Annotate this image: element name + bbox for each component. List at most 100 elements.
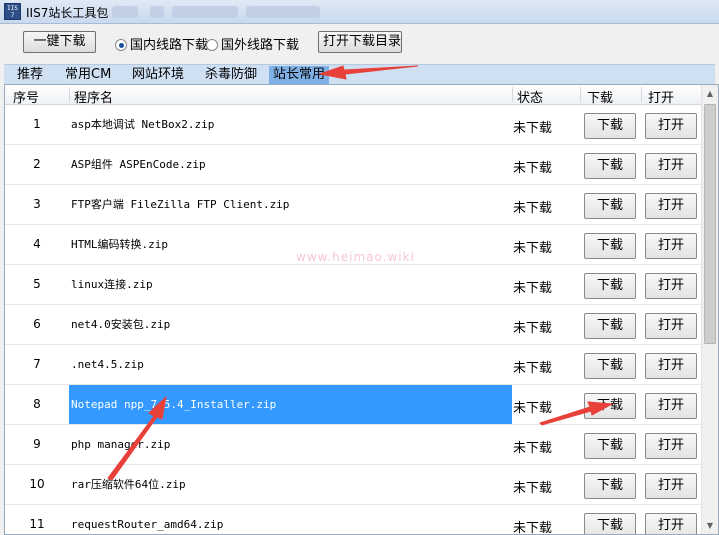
download-button[interactable]: 下载: [584, 513, 636, 534]
table-row[interactable]: 2 ASP组件 ASPEnCode.zip 未下载 下载 打开: [5, 145, 702, 185]
row-status: 未下载: [513, 241, 553, 256]
column-divider[interactable]: [641, 87, 642, 102]
table-row[interactable]: 10 rar压缩软件64位.zip 未下载 下载 打开: [5, 465, 702, 505]
column-header-status[interactable]: 状态: [517, 87, 543, 106]
radio-domestic[interactable]: 国内线路下载: [115, 34, 208, 53]
column-header-download[interactable]: 下载: [587, 87, 613, 106]
open-button[interactable]: 打开: [645, 193, 697, 219]
table-row[interactable]: 5 linux连接.zip 未下载 下载 打开: [5, 265, 702, 305]
table-row[interactable]: 9 php manager.zip 未下载 下载 打开: [5, 425, 702, 465]
row-number: 11: [29, 517, 45, 531]
column-divider[interactable]: [512, 87, 513, 102]
open-button[interactable]: 打开: [645, 353, 697, 379]
row-number: 2: [33, 157, 41, 171]
open-button[interactable]: 打开: [645, 313, 697, 339]
scroll-down-arrow-icon[interactable]: ▼: [702, 517, 718, 534]
download-button[interactable]: 下载: [584, 353, 636, 379]
row-status: 未下载: [513, 361, 553, 376]
radio-foreign[interactable]: 国外线路下载: [206, 34, 300, 53]
table-row[interactable]: 6 net4.0安装包.zip 未下载 下载 打开: [5, 305, 702, 345]
row-number: 10: [29, 477, 45, 491]
tab-common-cm[interactable]: 常用CM: [61, 66, 115, 84]
row-number: 8: [33, 397, 41, 411]
table-row[interactable]: 7 .net4.5.zip 未下载 下载 打开: [5, 345, 702, 385]
row-number: 7: [33, 357, 41, 371]
row-program-name[interactable]: ASP组件 ASPEnCode.zip: [69, 145, 512, 184]
download-all-button[interactable]: 一键下载: [23, 31, 96, 53]
download-button[interactable]: 下载: [584, 393, 636, 419]
row-status: 未下载: [513, 521, 553, 535]
category-tabs: 推荐 常用CM 网站环境 杀毒防御 站长常用: [4, 64, 715, 84]
row-status: 未下载: [513, 121, 553, 136]
column-header-name[interactable]: 程序名: [74, 87, 113, 106]
program-list: 序号 程序名 状态 下载 打开 1 asp本地调试 NetBox2.zip 未下…: [4, 84, 719, 535]
row-program-name[interactable]: Notepad npp_7.5.4_Installer.zip: [69, 385, 512, 424]
download-button[interactable]: 下载: [584, 193, 636, 219]
column-divider[interactable]: [69, 87, 70, 102]
blurred-region: [150, 6, 164, 18]
table-row[interactable]: 3 FTP客户端 FileZilla FTP Client.zip 未下载 下载…: [5, 185, 702, 225]
radio-unselected-icon[interactable]: [206, 39, 218, 51]
tab-web-environment[interactable]: 网站环境: [128, 66, 188, 84]
toolbar: 一键下载 国内线路下载 国外线路下载 打开下载目录: [0, 24, 719, 64]
download-button[interactable]: 下载: [584, 233, 636, 259]
open-button[interactable]: 打开: [645, 233, 697, 259]
row-program-name[interactable]: net4.0安装包.zip: [69, 305, 512, 344]
table-row[interactable]: 11 requestRouter_amd64.zip 未下载 下载 打开: [5, 505, 702, 535]
column-divider[interactable]: [580, 87, 581, 102]
column-header-open[interactable]: 打开: [648, 87, 674, 106]
row-status: 未下载: [513, 281, 553, 296]
row-program-name[interactable]: HTML编码转换.zip: [69, 225, 512, 264]
row-status: 未下载: [513, 321, 553, 336]
open-button[interactable]: 打开: [645, 393, 697, 419]
app-logo-icon: IIS 7: [4, 3, 21, 20]
open-button[interactable]: 打开: [645, 473, 697, 499]
open-button[interactable]: 打开: [645, 113, 697, 139]
row-number: 9: [33, 437, 41, 451]
scrollbar-thumb[interactable]: [704, 104, 716, 344]
open-download-dir-button[interactable]: 打开下载目录: [318, 31, 402, 53]
row-number: 4: [33, 237, 41, 251]
row-program-name[interactable]: .net4.5.zip: [69, 345, 512, 384]
download-button[interactable]: 下载: [584, 273, 636, 299]
download-button[interactable]: 下载: [584, 473, 636, 499]
blurred-region: [172, 6, 238, 18]
radio-selected-icon[interactable]: [115, 39, 127, 51]
row-program-name[interactable]: php manager.zip: [69, 425, 512, 464]
download-button[interactable]: 下载: [584, 153, 636, 179]
scroll-up-arrow-icon[interactable]: ▲: [702, 85, 718, 102]
row-status: 未下载: [513, 161, 553, 176]
row-number: 3: [33, 197, 41, 211]
tab-webmaster-common[interactable]: 站长常用: [269, 66, 329, 84]
column-header-num[interactable]: 序号: [13, 87, 39, 106]
download-button[interactable]: 下载: [584, 313, 636, 339]
open-button[interactable]: 打开: [645, 513, 697, 534]
blurred-region: [112, 6, 138, 18]
open-button[interactable]: 打开: [645, 433, 697, 459]
row-status: 未下载: [513, 401, 553, 416]
row-program-name[interactable]: FTP客户端 FileZilla FTP Client.zip: [69, 185, 512, 224]
table-row[interactable]: 1 asp本地调试 NetBox2.zip 未下载 下载 打开: [5, 105, 702, 145]
list-header: 序号 程序名 状态 下载 打开: [5, 85, 702, 106]
open-button[interactable]: 打开: [645, 273, 697, 299]
row-number: 1: [33, 117, 41, 131]
open-button[interactable]: 打开: [645, 153, 697, 179]
download-button[interactable]: 下载: [584, 113, 636, 139]
table-row-selected[interactable]: 8 Notepad npp_7.5.4_Installer.zip 未下载 下载…: [5, 385, 702, 425]
row-program-name[interactable]: linux连接.zip: [69, 265, 512, 304]
tab-antivirus[interactable]: 杀毒防御: [201, 66, 261, 84]
row-status: 未下载: [513, 201, 553, 216]
row-status: 未下载: [513, 441, 553, 456]
row-number: 6: [33, 317, 41, 331]
row-status: 未下载: [513, 481, 553, 496]
title-bar: IIS 7 IIS7站长工具包: [0, 0, 719, 24]
download-button[interactable]: 下载: [584, 433, 636, 459]
table-row[interactable]: 4 HTML编码转换.zip 未下载 下载 打开: [5, 225, 702, 265]
row-program-name[interactable]: asp本地调试 NetBox2.zip: [69, 105, 512, 144]
row-program-name[interactable]: rar压缩软件64位.zip: [69, 465, 512, 504]
vertical-scrollbar[interactable]: ▲ ▼: [701, 85, 718, 534]
row-program-name[interactable]: requestRouter_amd64.zip: [69, 505, 512, 534]
tab-recommended[interactable]: 推荐: [13, 66, 47, 84]
window-title: IIS7站长工具包: [26, 6, 109, 20]
radio-foreign-label: 国外线路下载: [221, 38, 300, 53]
